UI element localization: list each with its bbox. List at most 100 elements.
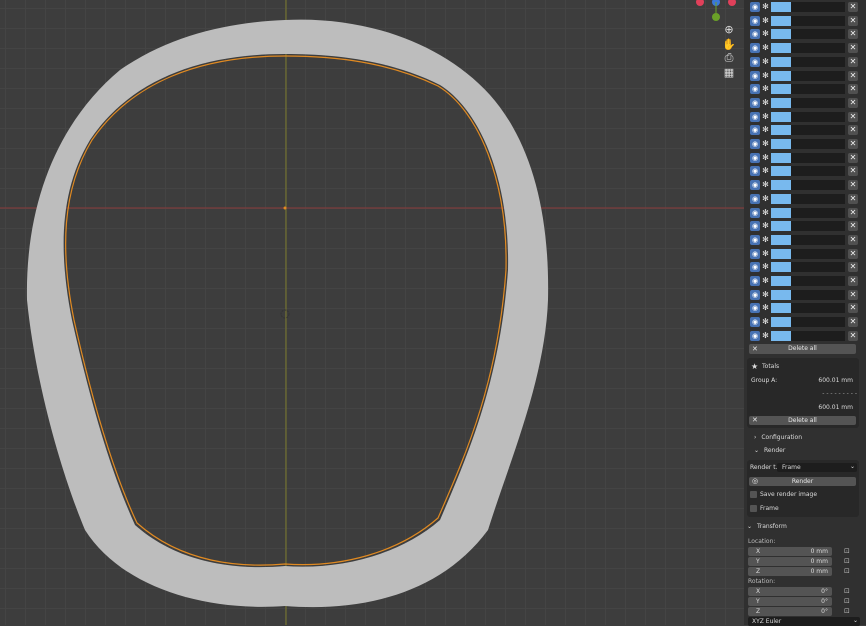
3d-viewport[interactable]: ⊕ ✋ ⎙ ▦ [0,0,744,625]
measure-name-field[interactable] [791,111,845,122]
gear-icon[interactable]: ✻ [761,29,770,39]
eye-icon[interactable]: ◉ [750,139,760,149]
measure-name-field[interactable] [791,317,845,328]
eye-icon[interactable]: ◉ [750,234,760,245]
color-swatch[interactable] [771,125,791,136]
gear-icon[interactable]: ✻ [761,43,770,53]
lock-icon[interactable]: ⊡ [844,557,852,565]
color-swatch[interactable] [771,152,791,163]
gear-icon[interactable]: ✻ [761,276,770,286]
save-render-checkbox[interactable] [750,491,757,498]
color-swatch[interactable] [771,111,791,122]
close-icon[interactable]: ✕ [848,330,858,341]
lock-icon[interactable]: ⊡ [844,597,852,605]
delete-all-button[interactable]: ✕ Delete all [749,344,856,354]
close-icon[interactable]: ✕ [848,29,858,40]
measure-row[interactable]: ◉ ✻ ✕ [749,330,861,342]
gear-icon[interactable]: ✻ [761,16,770,26]
eye-icon[interactable]: ◉ [750,111,760,122]
measure-row[interactable]: ◉ ✻ ✕ [749,193,861,205]
measure-name-field[interactable] [791,262,845,273]
render-button[interactable]: ◎ Render [749,477,856,486]
measure-name-field[interactable] [791,152,845,163]
color-swatch[interactable] [771,166,791,177]
measure-row[interactable]: ◉ ✻ ✕ [749,207,861,219]
close-icon[interactable]: ✕ [848,2,858,12]
color-swatch[interactable] [771,139,791,149]
close-icon[interactable]: ✕ [848,317,858,328]
gear-icon[interactable]: ✻ [761,98,770,108]
measure-name-field[interactable] [791,125,845,136]
close-icon[interactable]: ✕ [848,221,858,232]
close-icon[interactable]: ✕ [848,276,858,286]
measure-row[interactable]: ◉ ✻ ✕ [749,15,861,27]
color-swatch[interactable] [771,262,791,273]
close-icon[interactable]: ✕ [848,262,858,273]
measure-name-field[interactable] [791,276,845,286]
eye-icon[interactable]: ◉ [750,29,760,40]
close-icon[interactable]: ✕ [848,289,858,300]
measure-name-field[interactable] [791,97,845,108]
close-icon[interactable]: ✕ [848,125,858,136]
render-type-select[interactable]: Frame ⌄ [777,463,857,472]
measure-name-field[interactable] [791,180,845,191]
eye-icon[interactable]: ◉ [750,193,760,204]
totals-delete-all-button[interactable]: ✕ Delete all [749,416,856,425]
gear-icon[interactable]: ✻ [761,71,770,81]
close-icon[interactable]: ✕ [848,303,858,314]
measure-row[interactable]: ◉ ✻ ✕ [749,111,861,123]
rotation-x-field[interactable]: X 0° [748,587,832,596]
eye-icon[interactable]: ◉ [750,180,760,191]
measure-row[interactable]: ◉ ✻ ✕ [749,261,861,273]
measure-name-field[interactable] [791,289,845,300]
measure-row[interactable]: ◉ ✻ ✕ [749,83,861,95]
eye-icon[interactable]: ◉ [750,15,760,26]
measure-row[interactable]: ◉ ✻ ✕ [749,248,861,260]
gear-icon[interactable]: ✻ [761,290,770,300]
close-icon[interactable]: ✕ [848,248,858,259]
gear-icon[interactable]: ✻ [761,262,770,272]
measure-row[interactable]: ◉ ✻ ✕ [749,97,861,109]
gear-icon[interactable]: ✻ [761,139,770,149]
color-swatch[interactable] [771,276,791,286]
rotation-z-field[interactable]: Z 0° [748,607,832,616]
measure-name-field[interactable] [791,70,845,81]
color-swatch[interactable] [771,207,791,218]
lock-icon[interactable]: ⊡ [844,547,852,555]
location-z-field[interactable]: Z 0 mm [748,567,832,576]
gear-icon[interactable]: ✻ [761,2,770,12]
gear-icon[interactable]: ✻ [761,57,770,67]
measure-name-field[interactable] [791,303,845,314]
transform-panel-header[interactable]: ⌄ Transform [747,523,787,530]
color-swatch[interactable] [771,193,791,204]
hand-icon[interactable]: ✋ [720,37,738,51]
close-icon[interactable]: ✕ [848,43,858,54]
gear-icon[interactable]: ✻ [761,235,770,245]
eye-icon[interactable]: ◉ [750,152,760,163]
color-swatch[interactable] [771,84,791,95]
measure-row[interactable]: ◉ ✻ ✕ [749,138,861,150]
color-swatch[interactable] [771,248,791,259]
close-icon[interactable]: ✕ [848,193,858,204]
measure-row[interactable]: ◉ ✻ ✕ [749,234,861,246]
eye-icon[interactable]: ◉ [750,97,760,108]
gear-icon[interactable]: ✻ [761,317,770,327]
color-swatch[interactable] [771,43,791,54]
measure-row[interactable]: ◉ ✻ ✕ [749,316,861,328]
eye-icon[interactable]: ◉ [750,330,760,341]
eye-icon[interactable]: ◉ [750,276,760,286]
grid-icon[interactable]: ▦ [720,65,738,79]
configuration-panel-header[interactable]: › Configuration [754,434,802,441]
close-icon[interactable]: ✕ [848,97,858,108]
measure-row[interactable]: ◉ ✻ ✕ [749,124,861,136]
measure-name-field[interactable] [791,248,845,259]
gear-icon[interactable]: ✻ [761,180,770,190]
render-panel-header[interactable]: ⌄ Render [754,447,785,454]
gear-icon[interactable]: ✻ [761,166,770,176]
measure-row[interactable]: ◉ ✻ ✕ [749,179,861,191]
color-swatch[interactable] [771,221,791,232]
eye-icon[interactable]: ◉ [750,125,760,136]
gear-icon[interactable]: ✻ [761,153,770,163]
measure-row[interactable]: ◉ ✻ ✕ [749,220,861,232]
gear-icon[interactable]: ✻ [761,194,770,204]
